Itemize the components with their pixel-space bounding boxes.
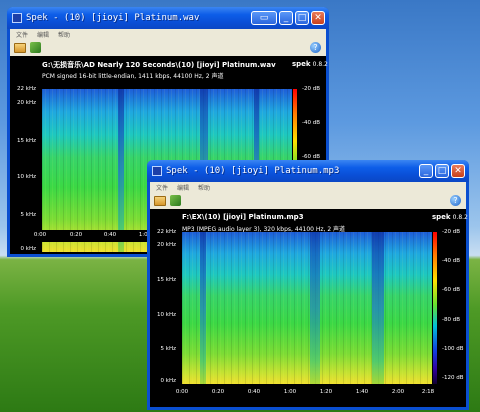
spectrogram-image [182,232,432,384]
x-tick-label: 2:18 [421,389,435,395]
menu-file[interactable]: 文件 [156,183,168,192]
spectrogram-quiet-band [310,232,320,384]
db-tick-label: -80 dB [442,317,460,323]
x-tick-label: 0:40 [247,389,261,395]
x-tick-label: 0:00 [33,232,47,238]
menu-help[interactable]: 帮助 [198,183,210,192]
x-tick-label: 2:00 [391,389,405,395]
close-button[interactable]: ✕ [451,164,465,178]
db-tick-label: -100 dB [442,346,464,352]
save-image-icon[interactable] [30,42,41,53]
y-tick-label: 5 kHz [20,212,36,218]
db-tick-label: -120 dB [442,375,464,381]
spectrogram-quiet-band [118,89,124,252]
help-icon[interactable]: ? [310,42,321,53]
y-tick-label: 0 kHz [20,246,36,252]
y-tick-label: 22 kHz [157,229,176,235]
y-tick-label: 22 kHz [17,86,36,92]
x-tick-label: 1:00 [283,389,297,395]
db-tick-label: -20 dB [442,229,460,235]
db-tick-label: -20 dB [302,86,320,92]
title-bar[interactable]: Spek - (10) [jioyi] Platinum.mp3 _ □ ✕ [147,160,469,182]
menu-bar: 文件 编辑 帮助 [10,29,326,39]
toolbar: ? [10,39,326,56]
x-tick-label: 1:20 [319,389,333,395]
y-tick-label: 20 kHz [157,242,176,248]
spek-window-mp3[interactable]: Spek - (10) [jioyi] Platinum.mp3 _ □ ✕ 文… [147,160,469,410]
y-tick-label: 15 kHz [157,277,176,283]
spectrogram-quiet-band [200,232,206,384]
window-title: Spek - (10) [jioyi] Platinum.wav [26,13,200,23]
help-icon[interactable]: ? [450,195,461,206]
spek-brand: spek 0.8.2 [292,60,328,68]
menu-file[interactable]: 文件 [16,30,28,39]
window-title: Spek - (10) [jioyi] Platinum.mp3 [166,166,340,176]
close-button[interactable]: ✕ [311,11,325,25]
open-file-icon[interactable] [14,42,26,53]
db-colorbar [433,232,437,384]
y-tick-label: 20 kHz [17,100,36,106]
file-info: PCM signed 16-bit little-endian, 1411 kb… [42,73,224,80]
menu-edit[interactable]: 编辑 [177,183,189,192]
db-tick-label: -60 dB [442,287,460,293]
minimize-button[interactable]: _ [279,11,293,25]
file-path: F:\EX\(10) [jioyi] Platinum.mp3 [182,213,304,221]
maximize-button[interactable]: □ [295,11,309,25]
file-path: G:\无损音乐\AD Nearly 120 Seconds\(10) [jioy… [42,61,276,69]
y-tick-label: 5 kHz [160,346,176,352]
y-tick-label: 0 kHz [160,378,176,384]
minimize-button[interactable]: _ [419,164,433,178]
spek-brand: spek 0.8.2 [432,213,468,221]
toolbar: ? [150,192,466,209]
db-tick-label: -40 dB [442,258,460,264]
spectrogram-quiet-band [372,232,384,384]
x-tick-label: 1:40 [355,389,369,395]
open-file-icon[interactable] [154,195,166,206]
y-tick-label: 10 kHz [157,312,176,318]
maximize-button[interactable]: □ [435,164,449,178]
app-icon [12,13,22,23]
menu-help[interactable]: 帮助 [58,30,70,39]
menu-edit[interactable]: 编辑 [37,30,49,39]
y-tick-label: 15 kHz [17,138,36,144]
app-icon [152,166,162,176]
title-bar[interactable]: Spek - (10) [jioyi] Platinum.wav ▭ _ □ ✕ [7,7,329,29]
x-tick-label: 0:20 [69,232,83,238]
save-image-icon[interactable] [170,195,181,206]
spectrogram-panel: F:\EX\(10) [jioyi] Platinum.mp3 MP3 (MPE… [150,209,468,407]
x-tick-label: 0:20 [211,389,225,395]
menu-bar: 文件 编辑 帮助 [150,182,466,192]
language-bar-icon[interactable]: ▭ [251,11,277,25]
x-tick-label: 0:00 [175,389,189,395]
x-tick-label: 0:40 [103,232,117,238]
y-tick-label: 10 kHz [17,174,36,180]
db-tick-label: -40 dB [302,120,320,126]
